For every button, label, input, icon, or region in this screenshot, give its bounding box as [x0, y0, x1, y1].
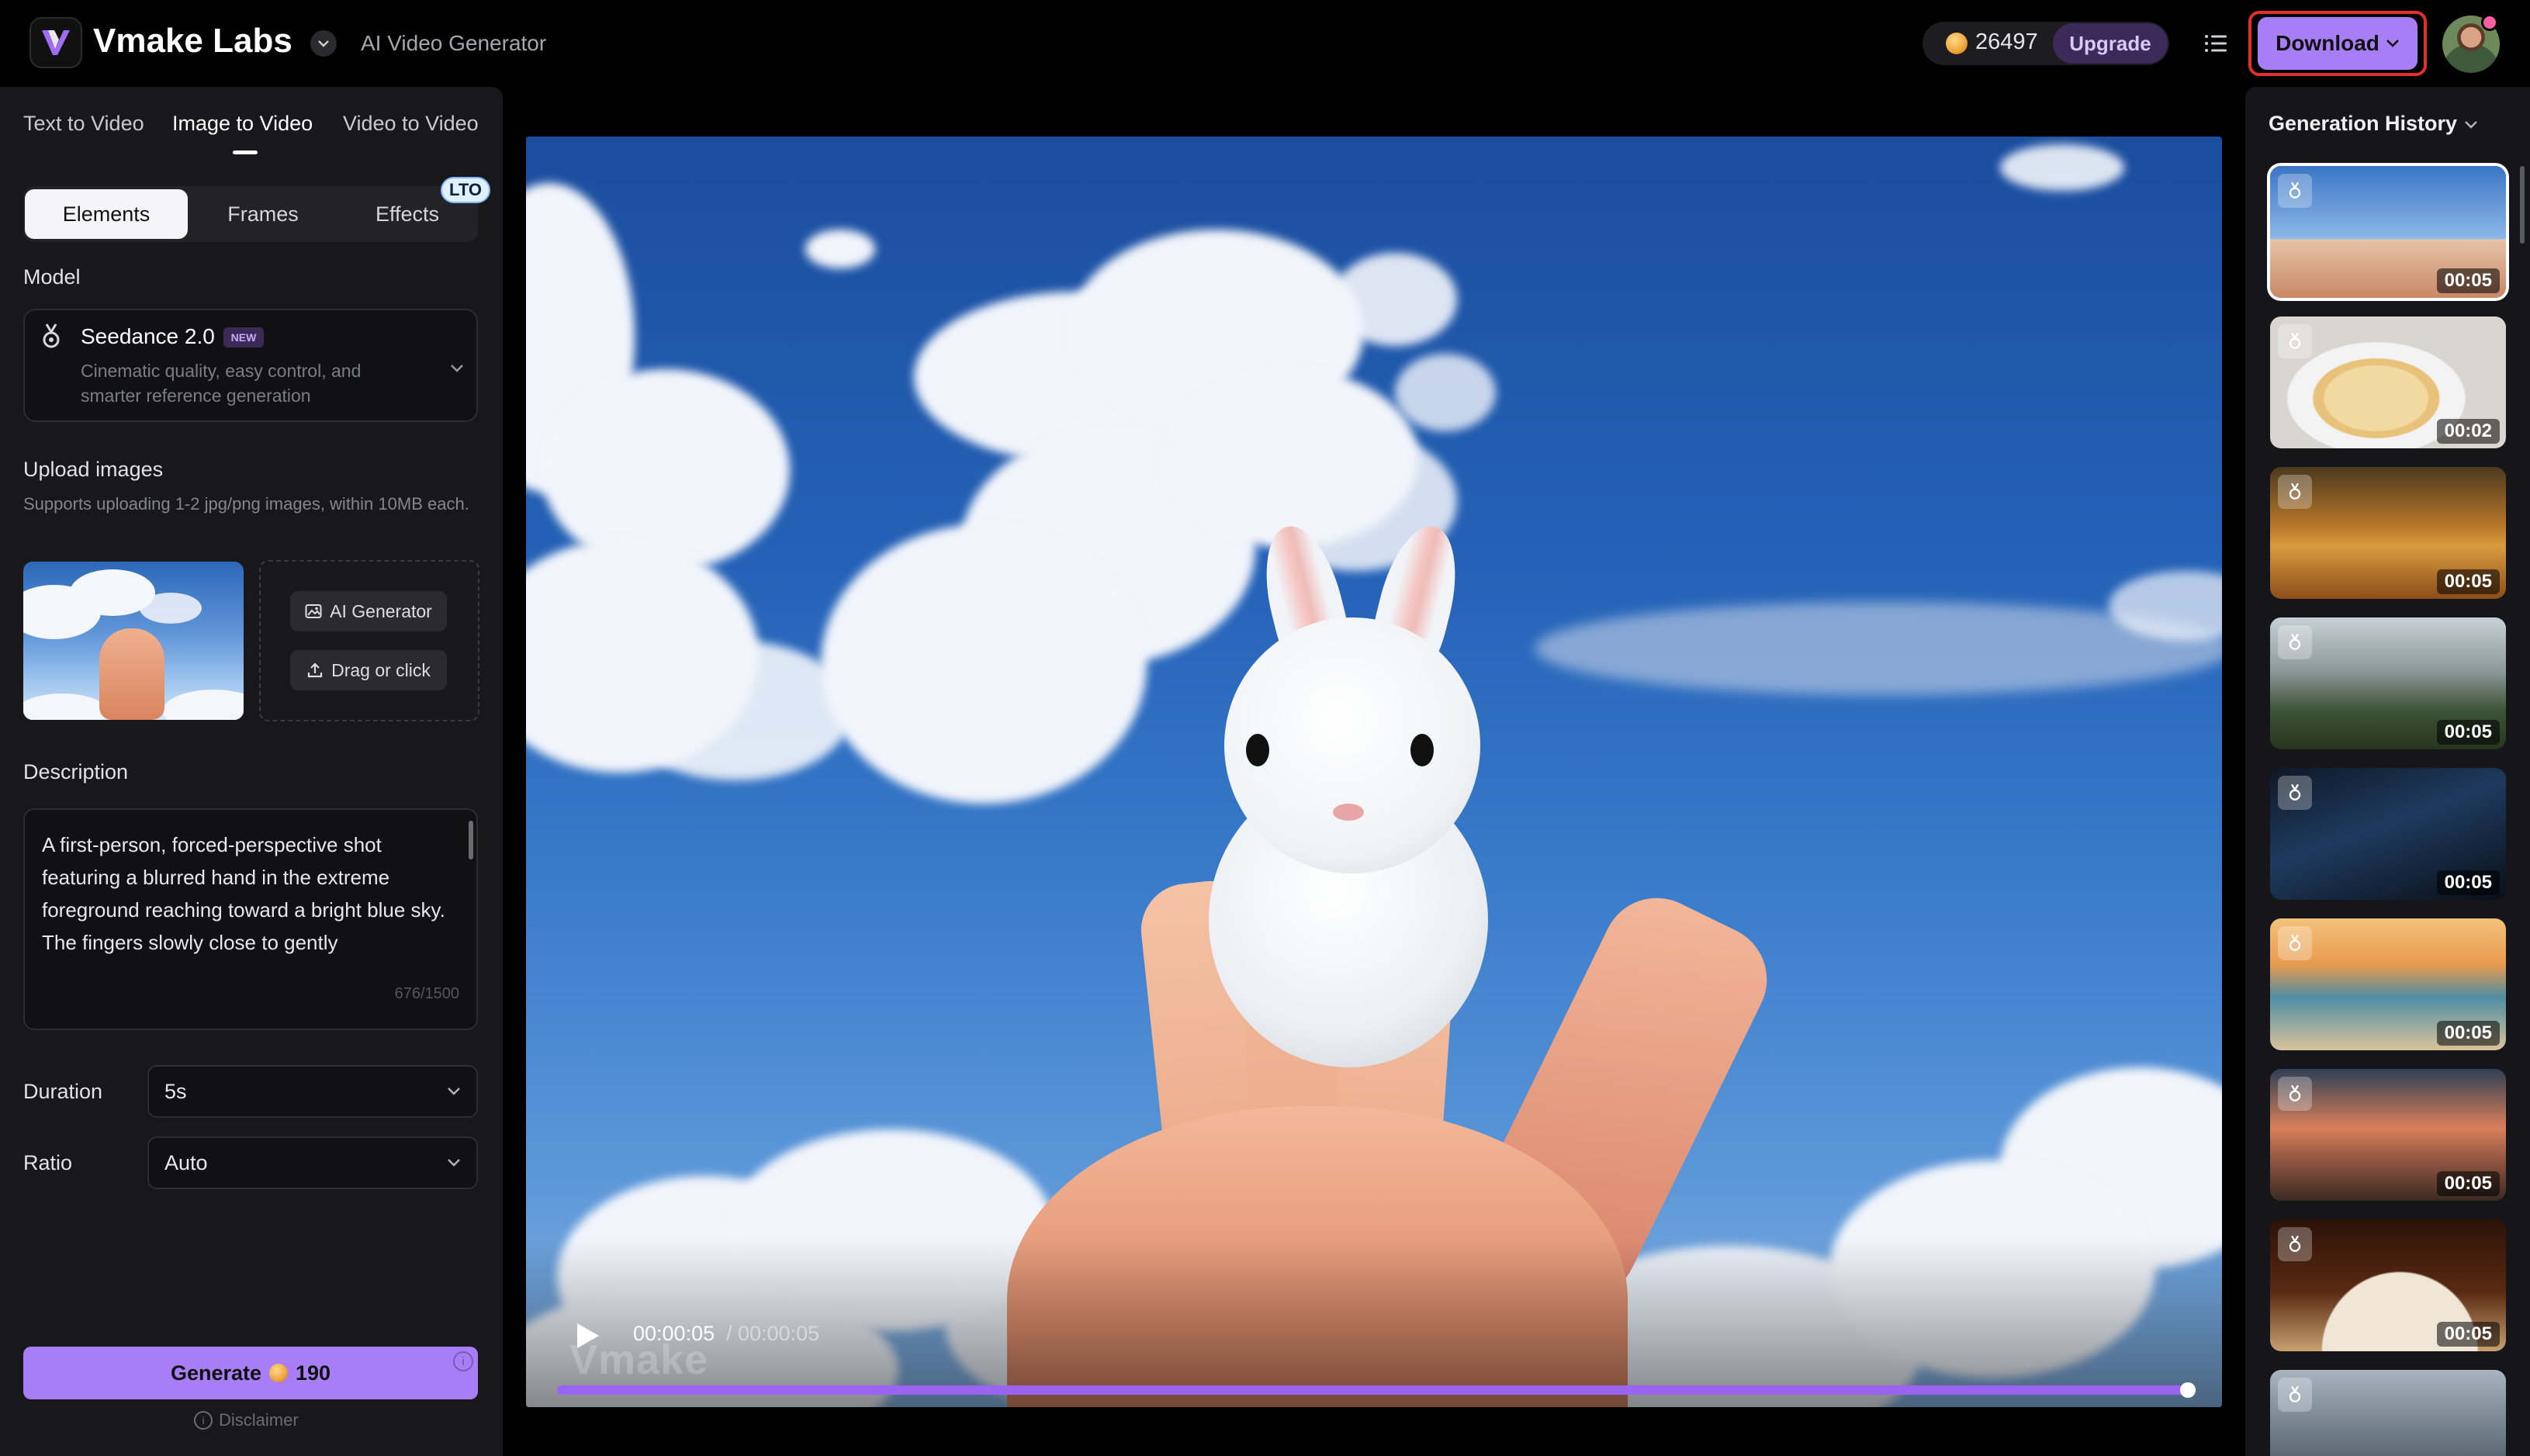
tab-image-to-video[interactable]: Image to Video — [172, 112, 313, 136]
chevron-down-icon[interactable] — [445, 357, 469, 380]
disclaimer-label: Disclaimer — [219, 1410, 299, 1430]
model-label: Model — [23, 265, 81, 289]
ratio-label: Ratio — [23, 1151, 73, 1174]
disclaimer-link[interactable]: i Disclaimer — [194, 1410, 299, 1430]
history-duration: 00:05 — [2436, 720, 2500, 745]
seedance-model-icon — [2278, 1077, 2312, 1111]
upgrade-button[interactable]: Upgrade — [2053, 23, 2168, 64]
history-item[interactable]: 00:05 — [2270, 166, 2506, 298]
subtab-frames[interactable]: Frames — [189, 189, 337, 239]
drag-or-click-label: Drag or click — [331, 659, 431, 680]
duration-value: 5s — [164, 1080, 187, 1103]
description-text[interactable]: A first-person, forced-perspective shot … — [42, 828, 445, 959]
seedance-model-icon — [2278, 625, 2312, 659]
history-duration: 00:02 — [2436, 419, 2500, 444]
download-button[interactable]: Download — [2258, 17, 2418, 70]
upload-hint: Supports uploading 1-2 jpg/png images, w… — [23, 494, 469, 514]
history-scrollbar[interactable] — [2520, 166, 2525, 244]
drag-or-click-button[interactable]: Drag or click — [290, 650, 447, 690]
description-scrollbar[interactable] — [469, 821, 473, 859]
coin-icon — [269, 1364, 288, 1382]
seedance-model-icon — [43, 323, 60, 348]
history-item[interactable] — [2270, 1370, 2506, 1456]
upload-dropzone[interactable] — [259, 560, 479, 721]
current-time: 00:00:05 — [633, 1322, 715, 1345]
uploaded-image-thumbnail[interactable] — [23, 562, 244, 720]
generate-button[interactable]: Generate 190 — [23, 1347, 478, 1399]
seedance-model-icon — [2278, 475, 2312, 509]
coin-icon — [1946, 33, 1968, 54]
subtab-elements[interactable]: Elements — [25, 189, 188, 239]
seedance-model-icon — [2278, 776, 2312, 810]
description-label: Description — [23, 760, 129, 783]
history-duration: 00:05 — [2436, 1021, 2500, 1046]
upload-images-label: Upload images — [23, 458, 164, 481]
generate-label: Generate — [170, 1361, 261, 1385]
chevron-down-icon[interactable] — [2459, 113, 2483, 137]
tab-video-to-video[interactable]: Video to Video — [343, 112, 479, 136]
chevron-down-icon — [442, 1080, 466, 1103]
video-preview[interactable] — [526, 137, 2222, 1407]
generate-cost: 190 — [296, 1361, 331, 1385]
history-duration: 00:05 — [2436, 870, 2500, 895]
duration-label: Duration — [23, 1080, 103, 1103]
duration-select[interactable] — [147, 1065, 478, 1118]
upload-icon — [307, 662, 323, 678]
history-duration: 00:05 — [2436, 268, 2500, 293]
ai-generator-button[interactable]: AI Generator — [290, 591, 447, 631]
history-title[interactable]: Generation History — [2269, 112, 2457, 136]
character-count: 676/1500 — [394, 985, 459, 1002]
history-item[interactable]: 00:05 — [2270, 1219, 2506, 1351]
seedance-model-icon — [2278, 1378, 2312, 1412]
seedance-model-icon — [2278, 926, 2312, 960]
history-item[interactable]: 00:05 — [2270, 617, 2506, 749]
menu-list-icon[interactable] — [2200, 28, 2231, 59]
vmake-logo-icon[interactable] — [29, 17, 82, 68]
history-item[interactable]: 00:05 — [2270, 467, 2506, 599]
history-duration: 00:05 — [2436, 569, 2500, 594]
info-icon: i — [194, 1411, 213, 1430]
chevron-down-icon — [442, 1151, 466, 1174]
tab-text-to-video[interactable]: Text to Video — [23, 112, 144, 136]
total-time: / 00:00:05 — [726, 1322, 820, 1345]
history-item[interactable]: 00:02 — [2270, 316, 2506, 448]
chevron-down-icon — [2386, 40, 2399, 47]
seedance-model-icon — [2278, 174, 2312, 208]
seedance-model-icon — [2278, 1227, 2312, 1261]
progress-knob[interactable] — [2180, 1382, 2196, 1398]
history-duration: 00:05 — [2436, 1171, 2500, 1196]
app-subtitle: AI Video Generator — [361, 31, 547, 55]
progress-fill — [557, 1385, 2193, 1395]
download-label: Download — [2276, 31, 2379, 55]
active-tab-indicator — [233, 150, 258, 154]
ratio-value: Auto — [164, 1151, 208, 1174]
history-item[interactable]: 00:05 — [2270, 918, 2506, 1050]
model-description: Cinematic quality, easy control, and sma… — [81, 361, 362, 406]
info-icon[interactable]: i — [453, 1351, 473, 1371]
ai-generator-label: AI Generator — [330, 600, 432, 621]
lto-badge: LTO — [441, 177, 490, 203]
brand-chevron-down-icon[interactable] — [310, 30, 337, 57]
credits-count: 26497 — [1975, 29, 2038, 54]
seedance-model-icon — [2278, 324, 2312, 358]
new-badge: NEW — [223, 327, 264, 348]
notification-dot — [2481, 14, 2498, 31]
model-name: Seedance 2.0 — [81, 324, 215, 348]
history-duration: 00:05 — [2436, 1322, 2500, 1347]
history-item[interactable]: 00:05 — [2270, 1069, 2506, 1201]
image-icon — [305, 604, 322, 618]
history-item[interactable]: 00:05 — [2270, 768, 2506, 900]
brand-name[interactable]: Vmake Labs — [93, 22, 292, 61]
